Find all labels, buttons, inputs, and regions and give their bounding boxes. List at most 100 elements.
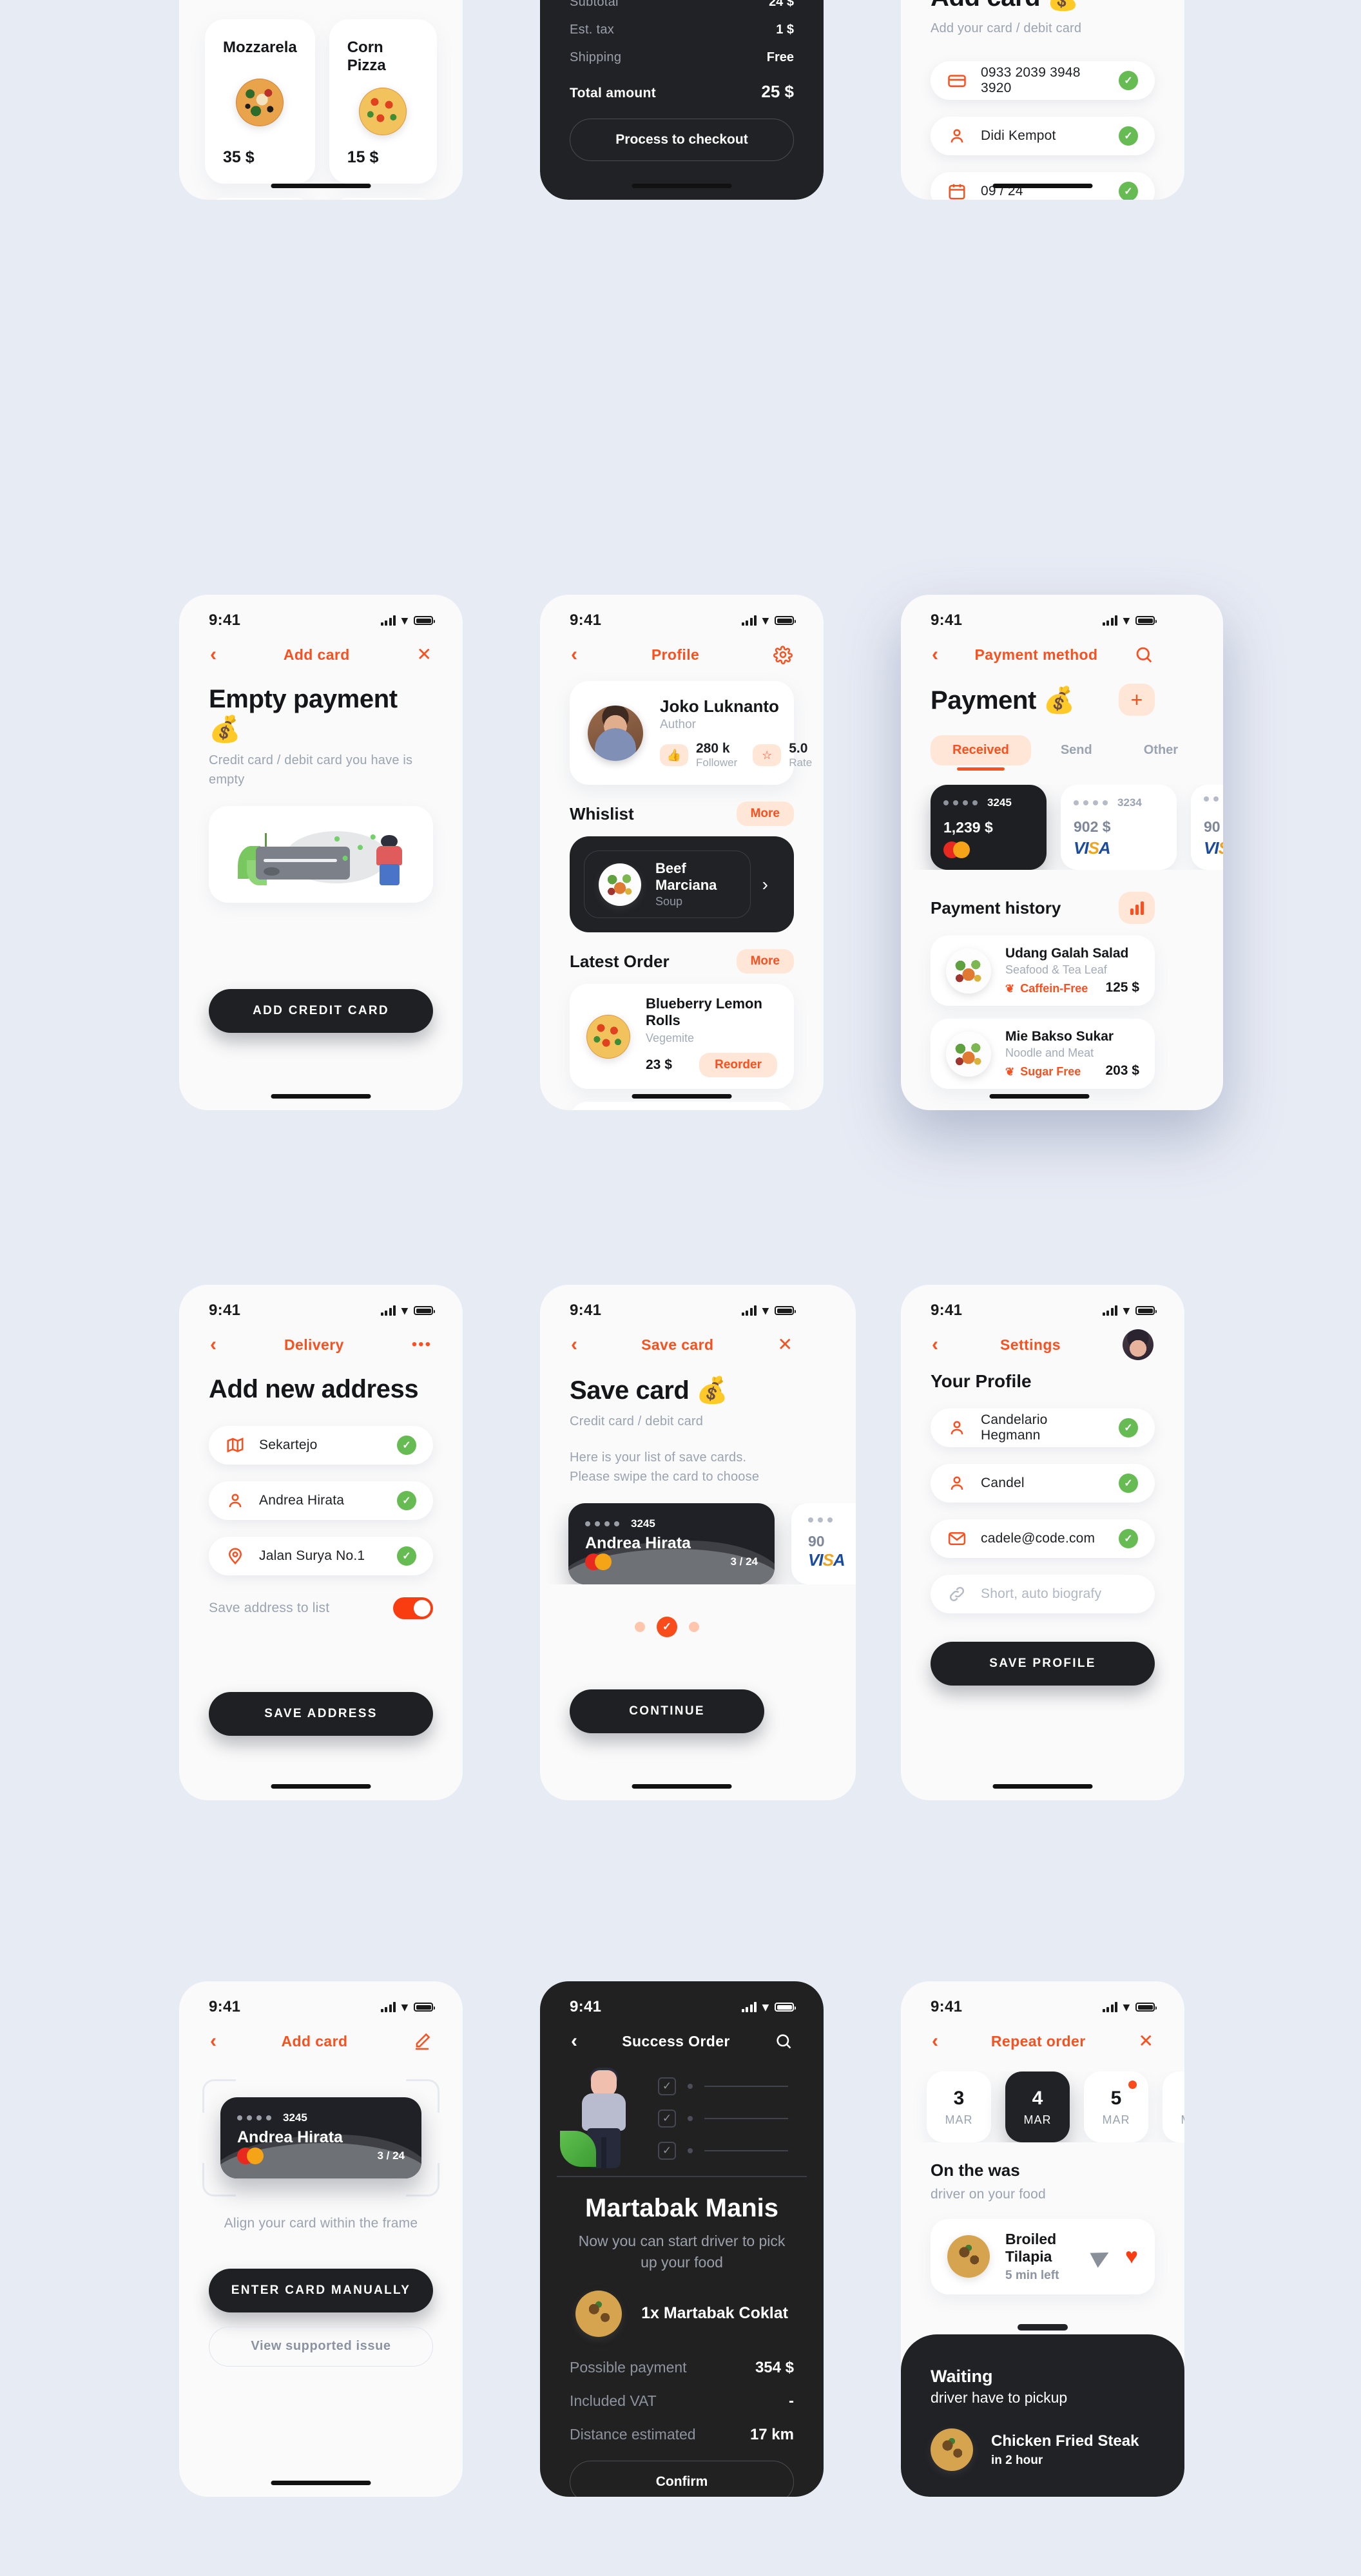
back-icon[interactable]: ‹ bbox=[932, 1335, 938, 1354]
menu-card[interactable]: Pizza Meat 25 $ bbox=[329, 198, 437, 200]
close-icon[interactable]: ✕ bbox=[1139, 2032, 1153, 2050]
screen-empty-payment: 9:41 ▾ ‹ Add card ✕ Empty payment 💰 Cred… bbox=[179, 595, 463, 1110]
whishlist-more-button[interactable]: More bbox=[736, 802, 794, 826]
balance-card[interactable]: 3234 902 $ VISA bbox=[1061, 785, 1177, 870]
view-supported-issue-button[interactable]: View supported issue bbox=[209, 2326, 433, 2367]
username-field[interactable]: Candel ✓ bbox=[931, 1464, 1155, 1503]
save-address-toggle[interactable] bbox=[393, 1597, 433, 1619]
close-icon[interactable]: ✕ bbox=[417, 646, 432, 664]
active-order-card[interactable]: Broiled Tilapia 5 min left ♥ bbox=[931, 2218, 1155, 2294]
heart-icon[interactable]: ♥ bbox=[1125, 2245, 1138, 2267]
save-address-button[interactable]: SAVE ADDRESS bbox=[209, 1692, 433, 1736]
card-carousel-dots[interactable]: ✓ bbox=[540, 1617, 856, 1637]
waiting-order-item[interactable]: Chicken Fried Steak in 2 hour bbox=[931, 2428, 1155, 2471]
nav-bar: ‹ Success Order bbox=[540, 2016, 824, 2057]
save-profile-button[interactable]: SAVE PROFILE bbox=[931, 1642, 1155, 1686]
wifi-icon: ▾ bbox=[1123, 613, 1130, 628]
history-item[interactable]: Udang Galah Salad Seafood & Tea Leaf ❦ C… bbox=[931, 936, 1155, 1006]
address-area-field[interactable]: Sekartejo ✓ bbox=[209, 1426, 433, 1465]
card-number-field[interactable]: 0933 2039 3948 3920 ✓ bbox=[931, 61, 1155, 100]
email-field[interactable]: cadele@code.com ✓ bbox=[931, 1519, 1155, 1558]
back-icon[interactable]: ‹ bbox=[210, 645, 217, 664]
verified-icon: ✓ bbox=[1119, 182, 1138, 200]
scanned-card[interactable]: 3245 Andrea Hirata 3 / 24 bbox=[220, 2097, 421, 2178]
balance-card[interactable]: 90 VISA bbox=[1191, 785, 1223, 870]
tab-other[interactable]: Other bbox=[1122, 735, 1200, 765]
checkout-button[interactable]: Process to checkout bbox=[570, 119, 794, 161]
battery-icon bbox=[775, 2003, 796, 2012]
history-item-name: Udang Galah Salad bbox=[1005, 946, 1129, 961]
close-icon[interactable]: ✕ bbox=[778, 1336, 793, 1354]
battery-icon bbox=[1135, 2003, 1157, 2012]
tab-received[interactable]: Received bbox=[931, 735, 1031, 771]
more-options-icon[interactable]: ••• bbox=[412, 1337, 432, 1352]
gear-icon[interactable] bbox=[773, 645, 793, 664]
date-picker[interactable]: 3 MAR 4 MAR 5 MAR 6 MAR bbox=[927, 2071, 1184, 2142]
bio-field[interactable]: Short, auto biografy bbox=[931, 1575, 1155, 1613]
back-icon[interactable]: ‹ bbox=[571, 645, 577, 664]
verified-icon: ✓ bbox=[1119, 1529, 1138, 1548]
verified-icon: ✓ bbox=[397, 1546, 416, 1566]
continue-button[interactable]: CONTINUE bbox=[570, 1689, 764, 1733]
bar-chart-icon[interactable] bbox=[1119, 892, 1155, 924]
card-last4: 3245 bbox=[631, 1517, 655, 1530]
card-holder-field[interactable]: Didi Kempot ✓ bbox=[931, 117, 1155, 155]
profile-card[interactable]: Joko Luknanto Author 👍 280 k Follower ☆ … bbox=[570, 681, 812, 785]
date-option[interactable]: 5 MAR bbox=[1084, 2071, 1148, 2142]
page-subtitle: Credit card / debit card bbox=[570, 1414, 704, 1428]
history-item[interactable]: Mie Bakso Sukar Noodle and Meat ❦ Sugar … bbox=[931, 1019, 1155, 1089]
user-icon bbox=[947, 126, 967, 146]
order-item[interactable]: Blueberry Lemon Rolls Vegemite 23 $ Reor… bbox=[570, 984, 794, 1089]
tab-send[interactable]: Send bbox=[1039, 735, 1114, 765]
fullname-field[interactable]: Candelario Hegmann ✓ bbox=[931, 1408, 1155, 1447]
carousel-dot-active[interactable]: ✓ bbox=[657, 1617, 677, 1637]
wifi-icon: ▾ bbox=[1123, 2000, 1130, 2014]
food-photo bbox=[359, 88, 407, 135]
street-field[interactable]: Jalan Surya No.1 ✓ bbox=[209, 1537, 433, 1575]
back-icon[interactable]: ‹ bbox=[932, 645, 938, 664]
summary-value: 24 $ bbox=[769, 0, 794, 9]
back-icon[interactable]: ‹ bbox=[571, 1335, 577, 1354]
date-option[interactable]: 6 MAR bbox=[1163, 2071, 1184, 2142]
add-payment-button[interactable]: + bbox=[1119, 684, 1155, 716]
order-item-label: 1x Martabak Coklat bbox=[641, 2304, 788, 2323]
saved-card[interactable]: 3245 Andrea Hirata 3 / 24 bbox=[568, 1503, 775, 1584]
verified-icon: ✓ bbox=[1119, 1418, 1138, 1437]
back-icon[interactable]: ‹ bbox=[932, 2032, 938, 2051]
history-item-tag: ❦ Sugar Free bbox=[1005, 1065, 1081, 1079]
menu-card[interactable]: Corn Pizza 15 $ bbox=[329, 19, 437, 184]
status-time: 9:41 bbox=[931, 611, 963, 629]
saved-card[interactable]: 90 VISA bbox=[791, 1503, 856, 1584]
back-icon[interactable]: ‹ bbox=[210, 2032, 217, 2051]
carousel-dot[interactable] bbox=[635, 1622, 645, 1632]
navigate-icon[interactable] bbox=[1090, 2245, 1113, 2268]
chevron-right-icon[interactable]: › bbox=[751, 874, 780, 895]
search-icon[interactable] bbox=[1134, 645, 1153, 664]
enter-card-manually-button[interactable]: ENTER CARD MANUALLY bbox=[209, 2268, 433, 2312]
screen-menu: Mozzarela 35 $ Corn Pizza 15 $ Pizza Tom… bbox=[179, 0, 463, 200]
date-option-selected[interactable]: 4 MAR bbox=[1005, 2071, 1070, 2142]
back-icon[interactable]: ‹ bbox=[571, 2032, 577, 2051]
menu-card[interactable]: Mozzarela 35 $ bbox=[205, 19, 315, 184]
nav-title: Repeat order bbox=[990, 2032, 1086, 2050]
menu-item-price: 35 $ bbox=[223, 148, 255, 166]
whishlist-card[interactable]: Beef Marciana Soup › bbox=[570, 836, 794, 932]
avatar[interactable] bbox=[1123, 1329, 1153, 1360]
edit-icon[interactable] bbox=[412, 2032, 432, 2051]
reorder-button[interactable]: Reorder bbox=[699, 1053, 777, 1077]
add-credit-card-button[interactable]: ADD CREDIT CARD bbox=[209, 989, 433, 1033]
date-number: 5 bbox=[1110, 2087, 1122, 2109]
balance-card[interactable]: 3245 1,239 $ bbox=[931, 785, 1047, 870]
latest-order-more-button[interactable]: More bbox=[736, 949, 794, 974]
recipient-field[interactable]: Andrea Hirata ✓ bbox=[209, 1481, 433, 1520]
screen-success-order: 9:41 ▾ ‹ Success Order ✓ ✓ ✓ Martabak Ma… bbox=[540, 1981, 824, 2497]
date-option[interactable]: 3 MAR bbox=[927, 2071, 991, 2142]
verified-icon: ✓ bbox=[1119, 71, 1138, 90]
menu-card[interactable]: Pizza Tomat 45 $ bbox=[205, 198, 315, 200]
search-icon[interactable] bbox=[775, 2032, 793, 2050]
order-item[interactable]: Easy Brazilian Cheese Zinfandel wine 19 … bbox=[570, 1102, 794, 1110]
battery-icon bbox=[775, 616, 796, 625]
carousel-dot[interactable] bbox=[689, 1622, 699, 1632]
confirm-button[interactable]: Confirm bbox=[570, 2460, 794, 2497]
back-icon[interactable]: ‹ bbox=[210, 1335, 217, 1354]
